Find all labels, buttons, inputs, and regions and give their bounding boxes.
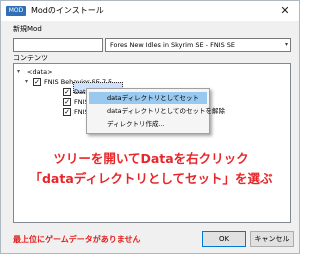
menu-item-create-directory[interactable]: ディレクトリ作成... bbox=[89, 118, 207, 130]
cancel-button[interactable]: キャンセル bbox=[250, 231, 294, 247]
name-input[interactable] bbox=[13, 38, 103, 52]
checkbox[interactable]: ✓ bbox=[63, 108, 71, 116]
close-icon[interactable]: ✕ bbox=[275, 3, 295, 18]
expand-icon[interactable]: ▾ bbox=[17, 67, 20, 77]
context-menu: dataディレクトリとしてセット dataディレクトリとしてのセットを解除 ディ… bbox=[86, 88, 225, 134]
annotation-line-1: ツリーを開いてDataを右クリック bbox=[53, 151, 249, 166]
contents-label: コンテンツ bbox=[13, 54, 48, 62]
title-bar: MOD Modのインストール ✕ bbox=[1, 1, 299, 21]
ok-button[interactable]: OK bbox=[202, 231, 246, 247]
mod-name-value: Fores New Idles in Skyrim SE - FNIS SE bbox=[110, 41, 236, 49]
mod-name-dropdown[interactable]: Fores New Idles in Skyrim SE - FNIS SE ▾ bbox=[105, 38, 291, 52]
app-icon: MOD bbox=[6, 6, 26, 16]
chevron-down-icon: ▾ bbox=[284, 41, 288, 48]
window-title: Modのインストール bbox=[31, 6, 104, 15]
tree-root-row[interactable]: ▾ <data> bbox=[17, 67, 97, 77]
menu-item-unset-data-directory[interactable]: dataディレクトリとしてのセットを解除 bbox=[89, 105, 225, 117]
annotation-line-2: 「dataディレクトリとしてセット」を選ぶ bbox=[29, 171, 273, 186]
new-mod-label: 新規Mod bbox=[13, 25, 42, 33]
mod-install-dialog: MOD Modのインストール ✕ 新規Mod 名前 Fores New Idle… bbox=[0, 0, 300, 254]
checkbox[interactable]: ✓ bbox=[33, 78, 41, 86]
contents-tree[interactable] bbox=[13, 63, 291, 223]
tree-root-label: <data> bbox=[27, 68, 53, 76]
menu-item-set-data-directory[interactable]: dataディレクトリとしてセット bbox=[89, 92, 207, 104]
expand-icon[interactable]: ▾ bbox=[25, 77, 28, 87]
checkbox[interactable]: ✓ bbox=[63, 98, 71, 106]
error-message: 最上位にゲームデータがありません bbox=[13, 235, 141, 244]
checkbox[interactable]: ✓ bbox=[63, 88, 71, 96]
